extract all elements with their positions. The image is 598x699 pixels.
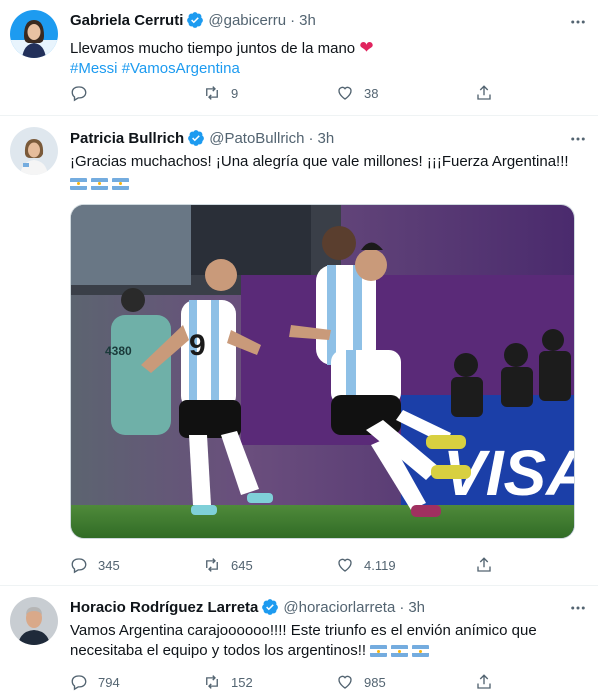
verified-badge-icon xyxy=(262,599,279,615)
like-button[interactable]: 38 xyxy=(336,84,378,102)
retweet-count: 645 xyxy=(231,557,253,573)
author-handle[interactable]: @gabicerru xyxy=(208,12,286,29)
share-icon xyxy=(477,85,491,100)
author-name[interactable]: Horacio Rodríguez Larreta xyxy=(70,599,258,616)
timestamp[interactable]: 3h xyxy=(408,599,425,616)
tweet-text: ¡Gracias muchachos! ¡Una alegría que val… xyxy=(70,152,588,192)
argentina-flag-icon xyxy=(70,177,87,190)
like-icon xyxy=(338,675,352,689)
share-button[interactable] xyxy=(475,84,493,102)
like-icon xyxy=(338,86,352,100)
more-icon[interactable] xyxy=(568,598,588,618)
like-count: 4.119 xyxy=(364,557,396,573)
retweet-icon xyxy=(206,86,218,100)
like-button[interactable]: 985 xyxy=(336,673,386,691)
tweet-actions: 794 152 985 xyxy=(70,672,588,692)
retweet-icon xyxy=(206,675,218,689)
tweet-text-line: necesitaba el equipo y todos los argenti… xyxy=(70,642,367,659)
verified-badge-icon xyxy=(188,130,205,146)
tweet-actions: 9 38 xyxy=(70,83,588,103)
more-icon[interactable] xyxy=(568,12,588,32)
tweet-header: Horacio Rodríguez Larreta @horaciorlarre… xyxy=(70,598,425,616)
avatar[interactable] xyxy=(10,127,58,175)
share-icon xyxy=(477,674,491,689)
tweet-header: Gabriela Cerruti @gabicerru · 3h xyxy=(70,11,316,29)
reply-button[interactable]: 794 xyxy=(70,673,120,691)
argentina-flags xyxy=(70,177,129,190)
reply-button[interactable] xyxy=(70,84,98,102)
tweet-photo[interactable]: VISA 4380 9 xyxy=(70,204,575,539)
retweet-button[interactable]: 152 xyxy=(203,673,253,691)
argentina-flag-icon xyxy=(370,645,388,658)
tweet-patricia-bullrich[interactable]: Patricia Bullrich @PatoBullrich · 3h ¡Gr… xyxy=(0,116,598,586)
tweet-text-line: Llevamos mucho tiempo juntos de la mano xyxy=(70,40,356,57)
like-count: 38 xyxy=(364,85,379,101)
tweet-gabriela-cerruti[interactable]: Gabriela Cerruti @gabicerru · 3h Llevamo… xyxy=(0,0,598,116)
like-icon xyxy=(338,558,352,572)
avatar[interactable] xyxy=(10,10,58,58)
retweet-button[interactable]: 9 xyxy=(203,84,238,102)
hashtag-link[interactable]: #VamosArgentina xyxy=(122,60,240,77)
retweet-count: 152 xyxy=(231,674,253,690)
tweet-header: Patricia Bullrich @PatoBullrich · 3h xyxy=(70,129,335,147)
share-button[interactable] xyxy=(475,556,493,574)
tweet-text-line: Vamos Argentina carajoooooo!!!! Este tri… xyxy=(70,622,537,639)
reply-icon xyxy=(71,675,87,691)
like-count: 985 xyxy=(364,674,386,690)
timestamp[interactable]: 3h xyxy=(318,130,335,147)
argentina-flag-icon xyxy=(391,645,409,658)
author-handle[interactable]: @PatoBullrich xyxy=(209,130,304,147)
tweet-text-line: ¡Gracias muchachos! ¡Una alegría que val… xyxy=(70,153,569,170)
reply-count: 794 xyxy=(98,674,120,690)
hashtag-link[interactable]: #Messi xyxy=(70,60,118,77)
tweet-actions: 345 645 4.119 xyxy=(70,555,588,575)
retweet-count: 9 xyxy=(231,85,239,101)
share-icon xyxy=(477,557,491,572)
board-number-text: 4380 xyxy=(105,344,132,358)
author-name[interactable]: Gabriela Cerruti xyxy=(70,12,183,29)
reply-icon xyxy=(71,86,87,102)
tweet-horacio-rodriguez-larreta[interactable]: Horacio Rodríguez Larreta @horaciorlarre… xyxy=(0,586,598,699)
reply-button[interactable]: 345 xyxy=(70,556,120,574)
tweet-text: Vamos Argentina carajoooooo!!!! Este tri… xyxy=(70,621,588,661)
jersey-number-text: 9 xyxy=(189,329,206,362)
argentina-flag-icon xyxy=(412,645,430,658)
verified-badge-icon xyxy=(187,12,204,28)
timestamp[interactable]: 3h xyxy=(299,12,316,29)
argentina-flags xyxy=(370,645,430,658)
heart-emoji: ❤ xyxy=(359,38,374,57)
author-name[interactable]: Patricia Bullrich xyxy=(70,130,184,147)
retweet-button[interactable]: 645 xyxy=(203,556,253,574)
like-button[interactable]: 4.119 xyxy=(336,556,396,574)
argentina-flag-icon xyxy=(91,177,108,190)
retweet-icon xyxy=(206,558,218,572)
reply-count: 345 xyxy=(98,557,120,573)
avatar[interactable] xyxy=(10,597,58,645)
argentina-flag-icon xyxy=(112,177,129,190)
more-icon[interactable] xyxy=(568,129,588,149)
reply-icon xyxy=(71,558,87,574)
author-handle[interactable]: @horaciorlarreta xyxy=(283,599,395,616)
tweet-text: Llevamos mucho tiempo juntos de la mano … xyxy=(70,38,588,79)
share-button[interactable] xyxy=(475,673,493,691)
